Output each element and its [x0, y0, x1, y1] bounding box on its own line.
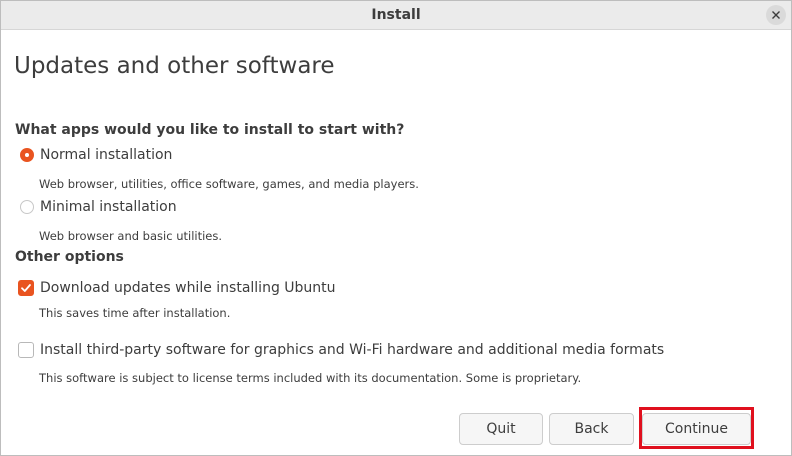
minimal-installation-description: Web browser and basic utilities. [39, 229, 223, 243]
page-title: Updates and other software [14, 53, 335, 79]
radio-selected-icon [20, 148, 34, 162]
checkbox-unchecked-icon [18, 342, 34, 358]
title-bar: Install [1, 1, 791, 30]
back-button[interactable]: Back [549, 413, 634, 445]
normal-installation-label: Normal installation [40, 147, 173, 163]
minimal-installation-label: Minimal installation [40, 199, 177, 215]
third-party-software-checkbox[interactable]: Install third-party software for graphic… [18, 342, 664, 358]
close-button[interactable] [766, 5, 786, 25]
window-title: Install [371, 7, 421, 23]
checkmark-icon [21, 284, 31, 292]
third-party-software-label: Install third-party software for graphic… [40, 342, 665, 358]
other-options-heading: Other options [15, 249, 124, 265]
download-updates-checkbox[interactable]: Download updates while installing Ubuntu [18, 280, 336, 296]
download-updates-description: This saves time after installation. [39, 306, 231, 320]
quit-button[interactable]: Quit [459, 413, 543, 445]
checkbox-checked-icon [18, 280, 34, 296]
normal-installation-radio[interactable]: Normal installation [20, 147, 172, 163]
third-party-software-description: This software is subject to license term… [39, 371, 582, 385]
minimal-installation-radio[interactable]: Minimal installation [20, 199, 177, 215]
install-type-question: What apps would you like to install to s… [15, 122, 405, 138]
radio-unselected-icon [20, 200, 34, 214]
continue-highlight-box [639, 407, 754, 449]
download-updates-label: Download updates while installing Ubuntu [40, 280, 336, 296]
close-icon [772, 11, 780, 19]
normal-installation-description: Web browser, utilities, office software,… [39, 177, 419, 191]
installer-window: Install Updates and other software What … [0, 0, 792, 456]
